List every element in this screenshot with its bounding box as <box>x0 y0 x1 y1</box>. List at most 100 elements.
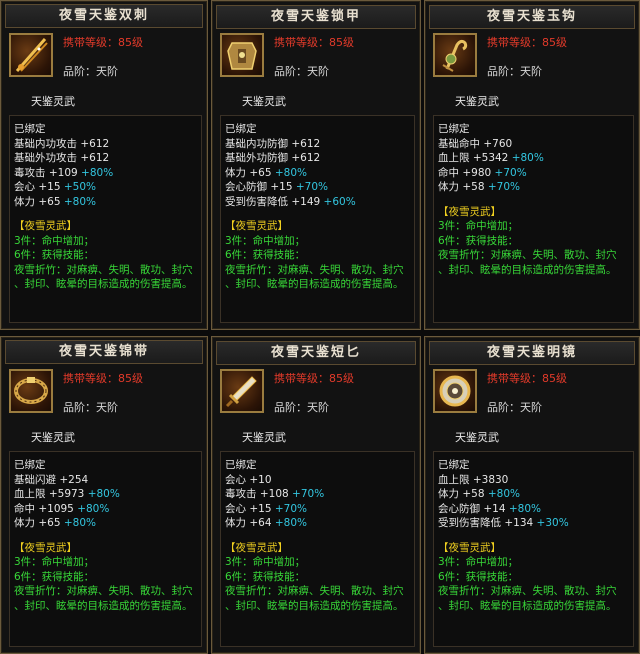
hook-icon[interactable] <box>433 33 477 77</box>
item-tooltip-short-dagger: 夜雪天鉴短匕 携带等级：85级 品阶：天阶 天鉴灵武 已绑定 会心 +10 毒攻… <box>211 336 421 654</box>
item-grade: 品阶：天阶 <box>63 65 118 78</box>
stats-panel: 已绑定 血上限 +3830 体力 +58 +80% 会心防御 +14 +80% … <box>433 451 634 647</box>
stat-bonus: +70% <box>292 488 325 500</box>
stat-line: 毒攻击 +108 +70% <box>225 487 414 502</box>
stat-text: 会心 +15 <box>225 502 272 515</box>
set-line: 、封印、眩晕的目标造成的伤害提高。 <box>14 599 193 612</box>
set-line: 6件：获得技能： <box>14 570 95 583</box>
stat-line: 会心防御 +14 +80% <box>438 502 633 517</box>
set-line: 夜雪折竹：对麻痹、失明、散功、封穴 <box>438 585 617 597</box>
short-dagger-icon[interactable] <box>220 369 264 413</box>
set-line: 夜雪折竹：对麻痹、失明、散功、封穴 <box>438 249 617 261</box>
stat-bonus: +80% <box>511 152 544 164</box>
item-name: 夜雪天鉴玉钩 <box>429 5 635 29</box>
bound-status: 已绑定 <box>14 459 46 471</box>
stat-text: 命中 +1095 <box>14 502 74 515</box>
stat-line: 会心防御 +15 +70% <box>225 180 414 195</box>
stat-line: 基础内功攻击 +612 <box>14 137 201 152</box>
required-level: 携带等级：85级 <box>487 36 567 49</box>
stat-text: 会心 +10 <box>225 473 272 486</box>
stat-text: 会心防御 +14 <box>438 502 506 515</box>
set-title: 【夜雪灵武】 <box>225 220 288 232</box>
stat-text: 体力 +58 <box>438 181 485 193</box>
required-level: 携带等级：85级 <box>63 36 143 49</box>
item-type: 天鉴灵武 <box>242 95 286 108</box>
stat-line: 受到伤害降低 +149 +60% <box>225 195 414 210</box>
stat-line: 命中 +980 +70% <box>438 166 633 181</box>
mirror-icon[interactable] <box>433 369 477 413</box>
bound-status: 已绑定 <box>225 459 257 471</box>
stat-bonus: +30% <box>536 517 569 529</box>
belt-icon[interactable] <box>9 369 53 413</box>
stat-bonus: +70% <box>487 181 520 193</box>
set-title: 【夜雪灵武】 <box>438 541 501 554</box>
stats-panel: 已绑定 会心 +10 毒攻击 +108 +70% 会心 +15 +70% 体力 … <box>220 451 415 647</box>
set-line: 3件：命中增加； <box>14 556 95 568</box>
item-grade: 品阶：天阶 <box>274 401 329 414</box>
set-title: 【夜雪灵武】 <box>225 541 288 554</box>
set-line: 、封印、眩晕的目标造成的伤害提高。 <box>225 599 404 612</box>
set-line: 6件：获得技能： <box>225 570 306 583</box>
bound-status: 已绑定 <box>438 459 470 471</box>
stat-text: 体力 +64 <box>225 517 272 529</box>
stat-text: 会心 +15 <box>14 181 61 193</box>
stat-bonus: +80% <box>81 166 114 179</box>
stat-text: 会心防御 +15 <box>225 181 293 193</box>
set-line: 、封印、眩晕的目标造成的伤害提高。 <box>438 599 617 612</box>
set-line: 6件：获得技能： <box>438 570 519 583</box>
stat-line: 体力 +65 +80% <box>225 166 414 181</box>
dagger-icon[interactable] <box>9 33 53 77</box>
stat-text: 体力 +65 <box>14 517 61 529</box>
item-type: 天鉴灵武 <box>31 95 75 108</box>
stat-bonus: +80% <box>274 166 307 179</box>
stat-line: 受到伤害降低 +134 +30% <box>438 516 633 531</box>
stat-bonus: +80% <box>63 517 96 529</box>
item-type: 天鉴灵武 <box>242 431 286 444</box>
item-tooltip-armor: 夜雪天鉴锁甲 携带等级：85级 品阶：天阶 天鉴灵武 已绑定 基础内功防御 +6… <box>211 0 421 330</box>
item-name: 夜雪天鉴明镜 <box>429 341 635 365</box>
set-line: 3件：命中增加； <box>225 556 306 568</box>
stat-text: 体力 +58 <box>438 488 485 500</box>
item-name: 夜雪天鉴双刺 <box>5 4 203 28</box>
required-level: 携带等级：85级 <box>63 372 143 385</box>
stat-text: 毒攻击 +108 <box>225 488 289 500</box>
stat-text: 血上限 +5342 <box>438 152 509 164</box>
stat-line: 基础命中 +760 <box>438 137 633 152</box>
stat-bonus: +70% <box>295 181 328 193</box>
stat-line: 体力 +65 +80% <box>14 195 201 210</box>
set-line: 3件：命中增加； <box>438 220 519 232</box>
set-line: 夜雪折竹：对麻痹、失明、散功、封穴 <box>14 263 193 276</box>
set-line: 3件：命中增加； <box>225 234 306 247</box>
set-line: 3件：命中增加； <box>14 234 95 247</box>
stat-line: 会心 +10 <box>225 473 414 488</box>
stats-panel: 已绑定 基础内功防御 +612 基础外功防御 +612 体力 +65 +80% … <box>220 115 415 323</box>
item-tooltip-jade-hook: 夜雪天鉴玉钩 携带等级：85级 品阶：天阶 天鉴灵武 已绑定 基础命中 +760… <box>424 0 640 330</box>
stat-text: 体力 +65 <box>14 195 61 208</box>
stat-text: 基础外功防御 +612 <box>225 152 321 164</box>
stat-line: 基础闪避 +254 <box>14 473 201 488</box>
set-line: 3件：命中增加； <box>438 556 519 568</box>
stats-panel: 已绑定 基础命中 +760 血上限 +5342 +80% 命中 +980 +70… <box>433 115 634 323</box>
set-title: 【夜雪灵武】 <box>14 541 77 554</box>
set-line: 夜雪折竹：对麻痹、失明、散功、封穴 <box>225 585 404 597</box>
stat-line: 会心 +15 +50% <box>14 180 201 195</box>
item-tooltip-dual-daggers: 夜雪天鉴双刺 携带等级：85级 品阶：天阶 天鉴灵武 已绑定 基础内功攻击 +6… <box>0 0 208 330</box>
stat-line: 体力 +58 +70% <box>438 180 633 195</box>
item-name: 夜雪天鉴短匕 <box>216 341 416 365</box>
stat-line: 体力 +64 +80% <box>225 516 414 531</box>
item-type: 天鉴灵武 <box>31 431 75 444</box>
set-line: 夜雪折竹：对麻痹、失明、散功、封穴 <box>14 585 193 597</box>
stat-text: 体力 +65 <box>225 166 272 179</box>
stat-text: 受到伤害降低 +149 <box>225 195 321 208</box>
item-grade: 品阶：天阶 <box>63 401 118 414</box>
stat-text: 血上限 +3830 <box>438 473 509 486</box>
stat-text: 命中 +980 <box>438 166 492 179</box>
item-name: 夜雪天鉴锁甲 <box>216 5 416 29</box>
required-level: 携带等级：85级 <box>274 372 354 385</box>
stat-text: 基础内功攻击 +612 <box>14 137 110 150</box>
set-line: 6件：获得技能： <box>14 249 95 261</box>
armor-icon[interactable] <box>220 33 264 77</box>
stats-panel: 已绑定 基础内功攻击 +612 基础外功攻击 +612 毒攻击 +109 +80… <box>9 115 202 323</box>
stat-line: 体力 +65 +80% <box>14 516 201 531</box>
stats-panel: 已绑定 基础闪避 +254 血上限 +5973 +80% 命中 +1095 +8… <box>9 451 202 647</box>
